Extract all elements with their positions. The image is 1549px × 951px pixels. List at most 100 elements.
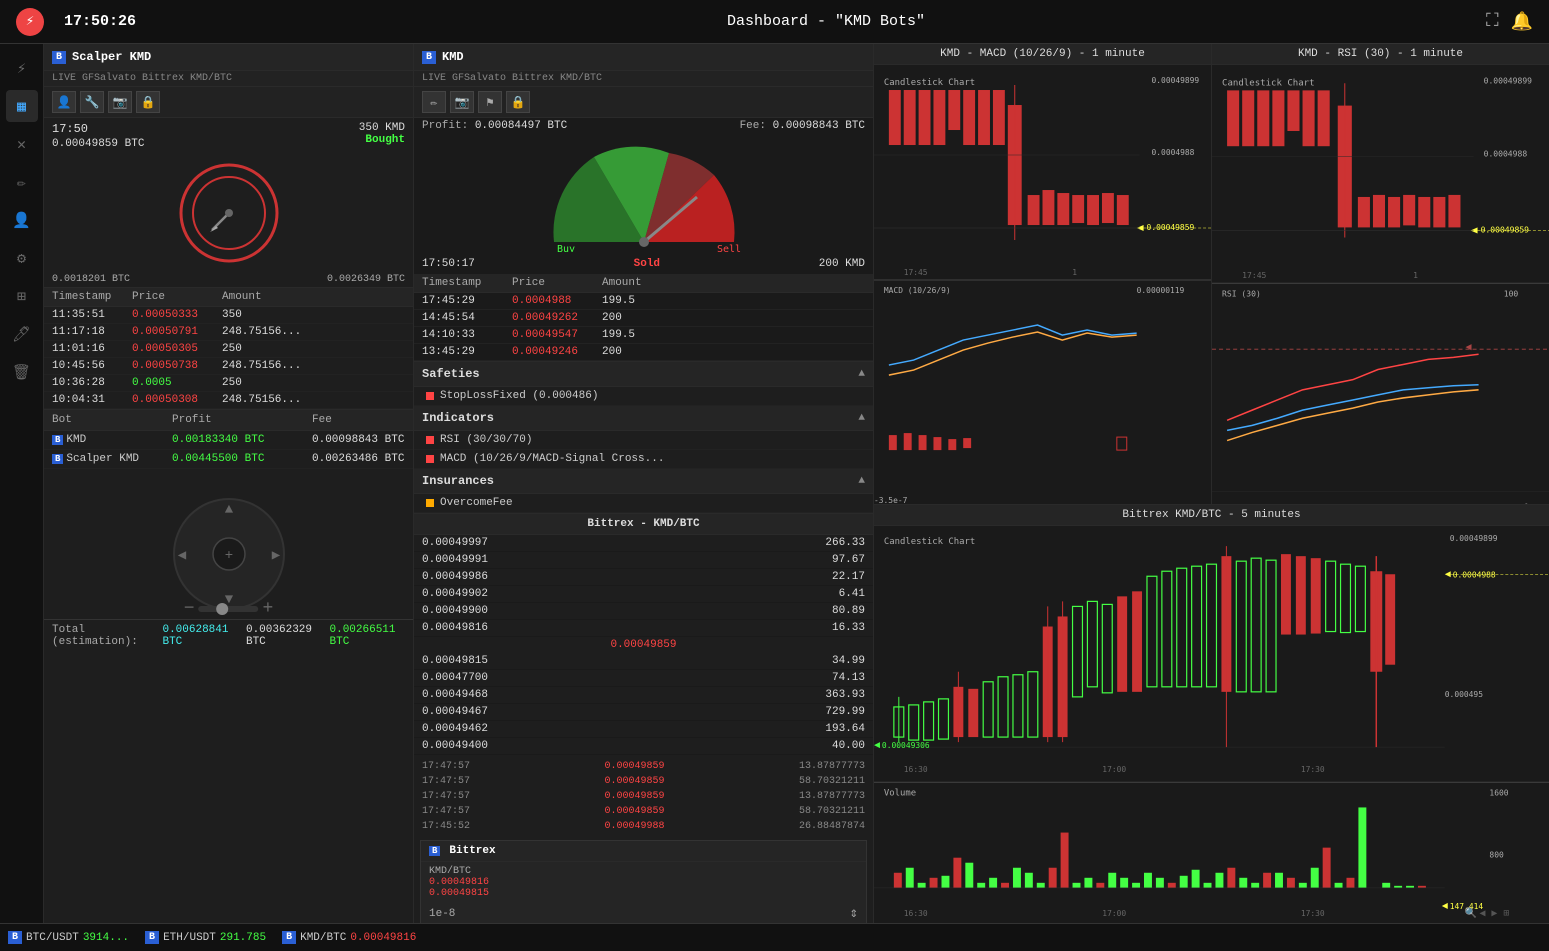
stats-th-profit: Profit <box>172 414 312 426</box>
sidebar-item-home[interactable]: ⚡ <box>6 52 38 84</box>
safeties-header[interactable]: Safeties ▲ <box>414 362 873 387</box>
kmd-trade-info: 17:50:17 Sold 200 KMD <box>414 254 873 274</box>
scalper-table-body: 11:35:51 0.00050333 350 11:17:18 0.00050… <box>44 307 413 409</box>
indicators-header[interactable]: Indicators ▲ <box>414 406 873 431</box>
safeties-collapse-btn[interactable]: ▲ <box>858 368 865 380</box>
svg-text:0.0004988: 0.0004988 <box>1453 570 1496 579</box>
notification-icon[interactable]: 🔔 <box>1511 11 1533 33</box>
orderbook-current-price: 0.00049859 <box>414 637 873 653</box>
scalper-gauge <box>44 154 413 272</box>
svg-text:Candlestick Chart: Candlestick Chart <box>884 78 975 88</box>
page-title: Dashboard - "KMD Bots" <box>166 13 1486 30</box>
th-timestamp: Timestamp <box>52 291 132 303</box>
sidebar-item-close[interactable]: ✕ <box>6 128 38 160</box>
scalper-val1: 0.0018201 BTC <box>52 274 130 285</box>
kmd-badge: B <box>422 51 436 64</box>
insurances-header[interactable]: Insurances ▲ <box>414 469 873 494</box>
scalper-btc-values: 0.0018201 BTC 0.0026349 BTC <box>44 272 413 287</box>
indicator-label-macd: MACD (10/26/9/MACD-Signal Cross... <box>440 453 664 465</box>
btcusdt-label: BTC/USDT <box>26 932 79 944</box>
bittrex-widget-header: B Bittrex <box>421 841 866 862</box>
bittrex-pair-label: KMD/BTC <box>429 866 858 877</box>
svg-text:▶: ▶ <box>1491 908 1497 918</box>
scalper-price: 0.00049859 BTC <box>52 138 144 150</box>
kmd-toolbar-btn2[interactable]: 📷 <box>450 91 474 113</box>
svg-text:Candlestick Chart: Candlestick Chart <box>884 537 975 547</box>
kmd-trade-time: 17:50:17 <box>422 258 475 270</box>
bittrex-scroll-btn[interactable]: ⇕ <box>850 905 858 922</box>
gauge-svg <box>174 158 284 268</box>
rsi-chart-panel: KMD - RSI (30) - 1 minute Candlestick Ch… <box>1212 44 1549 504</box>
svg-text:1: 1 <box>1072 268 1077 277</box>
left-sidebar: ⚡ ▦ ✕ ✏ 👤 ⚙ ⊞ 🖊 🗑 <box>0 44 44 923</box>
toolbar-settings-btn[interactable]: 🔧 <box>80 91 104 113</box>
orderbook-bid-row: 0.00049462 193.64 <box>414 721 873 738</box>
left-column: B Scalper KMD LIVE GFSalvato Bittrex KMD… <box>44 44 414 923</box>
insurances-collapse-btn[interactable]: ▲ <box>858 475 865 487</box>
orderbook-title: Bittrex - KMD/BTC <box>587 518 699 530</box>
kmd-header: B KMD <box>414 44 873 71</box>
th-amount: Amount <box>222 291 312 303</box>
kmd-toolbar: ✏ 📷 ⚑ 🔒 <box>414 87 873 118</box>
table-row: 10:04:31 0.00050308 248.75156... <box>44 392 413 409</box>
trade-row: 17:47:570.0004985958.70321211 <box>414 804 873 819</box>
svg-text:0.00049899: 0.00049899 <box>1152 76 1200 85</box>
svg-text:Volume: Volume <box>884 788 916 798</box>
kmd-toolbar-btn4[interactable]: 🔒 <box>506 91 530 113</box>
toolbar-user-btn[interactable]: 👤 <box>52 91 76 113</box>
zoom-slider[interactable] <box>199 606 259 612</box>
orderbook-ask-row: 0.00049902 6.41 <box>414 586 873 603</box>
charts-top-row: KMD - MACD (10/26/9) - 1 minute Candlest… <box>874 44 1549 504</box>
orderbook-asks: 0.00049997 266.33 0.00049991 97.67 0.000… <box>414 535 873 637</box>
scalper-title: Scalper KMD <box>72 50 151 64</box>
sidebar-item-dashboard[interactable]: ▦ <box>6 90 38 122</box>
sidebar-item-edit[interactable]: ✏ <box>6 166 38 198</box>
bittrex-price2: 0.00049815 <box>429 888 858 899</box>
svg-text:0.00049859: 0.00049859 <box>1147 223 1195 232</box>
svg-text:Sell: Sell <box>717 244 741 252</box>
svg-text:🔍: 🔍 <box>1465 906 1477 918</box>
zoom-out-btn[interactable]: − <box>184 599 195 619</box>
kmd-toolbar-btn3[interactable]: ⚑ <box>478 91 502 113</box>
sidebar-item-pen[interactable]: 🖊 <box>6 318 38 350</box>
svg-text:0.00049899: 0.00049899 <box>1450 534 1498 543</box>
sidebar-item-settings[interactable]: ⚙ <box>6 242 38 274</box>
safeties-dot <box>426 392 434 400</box>
toolbar-camera-btn[interactable]: 📷 <box>108 91 132 113</box>
table-row: 11:01:16 0.00050305 250 <box>44 341 413 358</box>
svg-text:16:30: 16:30 <box>904 909 928 918</box>
sidebar-item-layers[interactable]: ⊞ <box>6 280 38 312</box>
fullscreen-icon[interactable]: ⛶ <box>1486 11 1499 32</box>
indicator-item-rsi: RSI (30/30/70) <box>414 431 873 450</box>
trade-row: 17:45:520.0004998826.88487874 <box>414 819 873 834</box>
safeties-item-label: StopLossFixed (0.000486) <box>440 390 598 402</box>
btcusdt-value: 3914... <box>83 932 129 944</box>
toolbar-lock-btn[interactable]: 🔒 <box>136 91 160 113</box>
svg-text:17:45: 17:45 <box>904 268 928 277</box>
bittrex-tick-val: 1e-8 <box>429 908 455 920</box>
svg-text:100: 100 <box>1504 288 1519 298</box>
kmd-toolbar-btn1[interactable]: ✏ <box>422 91 446 113</box>
table-row: 10:36:28 0.0005 250 <box>44 375 413 392</box>
trade-row: 17:47:570.0004985913.87877773 <box>414 789 873 804</box>
macd-chart-content: Candlestick Chart 0.00049899 0.0004988 0… <box>874 65 1211 504</box>
table-row: 17:45:29 0.0004988 199.5 <box>414 293 873 310</box>
orderbook-bid-row: 0.00049400 40.00 <box>414 738 873 755</box>
sidebar-item-user[interactable]: 👤 <box>6 204 38 236</box>
zoom-in-btn[interactable]: + <box>263 599 274 619</box>
orderbook-ask-row: 0.00049991 97.67 <box>414 552 873 569</box>
btc5m-chart-title: Bittrex KMD/BTC - 5 minutes <box>874 505 1549 526</box>
svg-text:0.0004988: 0.0004988 <box>1152 148 1195 157</box>
scalper-amount: 350 KMD <box>359 122 405 134</box>
svg-text:1: 1 <box>1413 270 1418 280</box>
scalper-info: 17:50 0.00049859 BTC 350 KMD Bought <box>44 118 413 154</box>
indicators-collapse-btn[interactable]: ▲ <box>858 412 865 424</box>
bittrex-tick: 1e-8 ⇕ <box>421 903 866 923</box>
indicator-dot-macd <box>426 455 434 463</box>
table-row: 10:45:56 0.00050738 248.75156... <box>44 358 413 375</box>
table-row: 11:35:51 0.00050333 350 <box>44 307 413 324</box>
scalper-val2: 0.0026349 BTC <box>327 274 405 285</box>
sidebar-item-trash[interactable]: 🗑 <box>6 356 38 388</box>
svg-text:17:45: 17:45 <box>1242 270 1266 280</box>
kmd-gauge-area: Buy Sell <box>414 134 873 254</box>
